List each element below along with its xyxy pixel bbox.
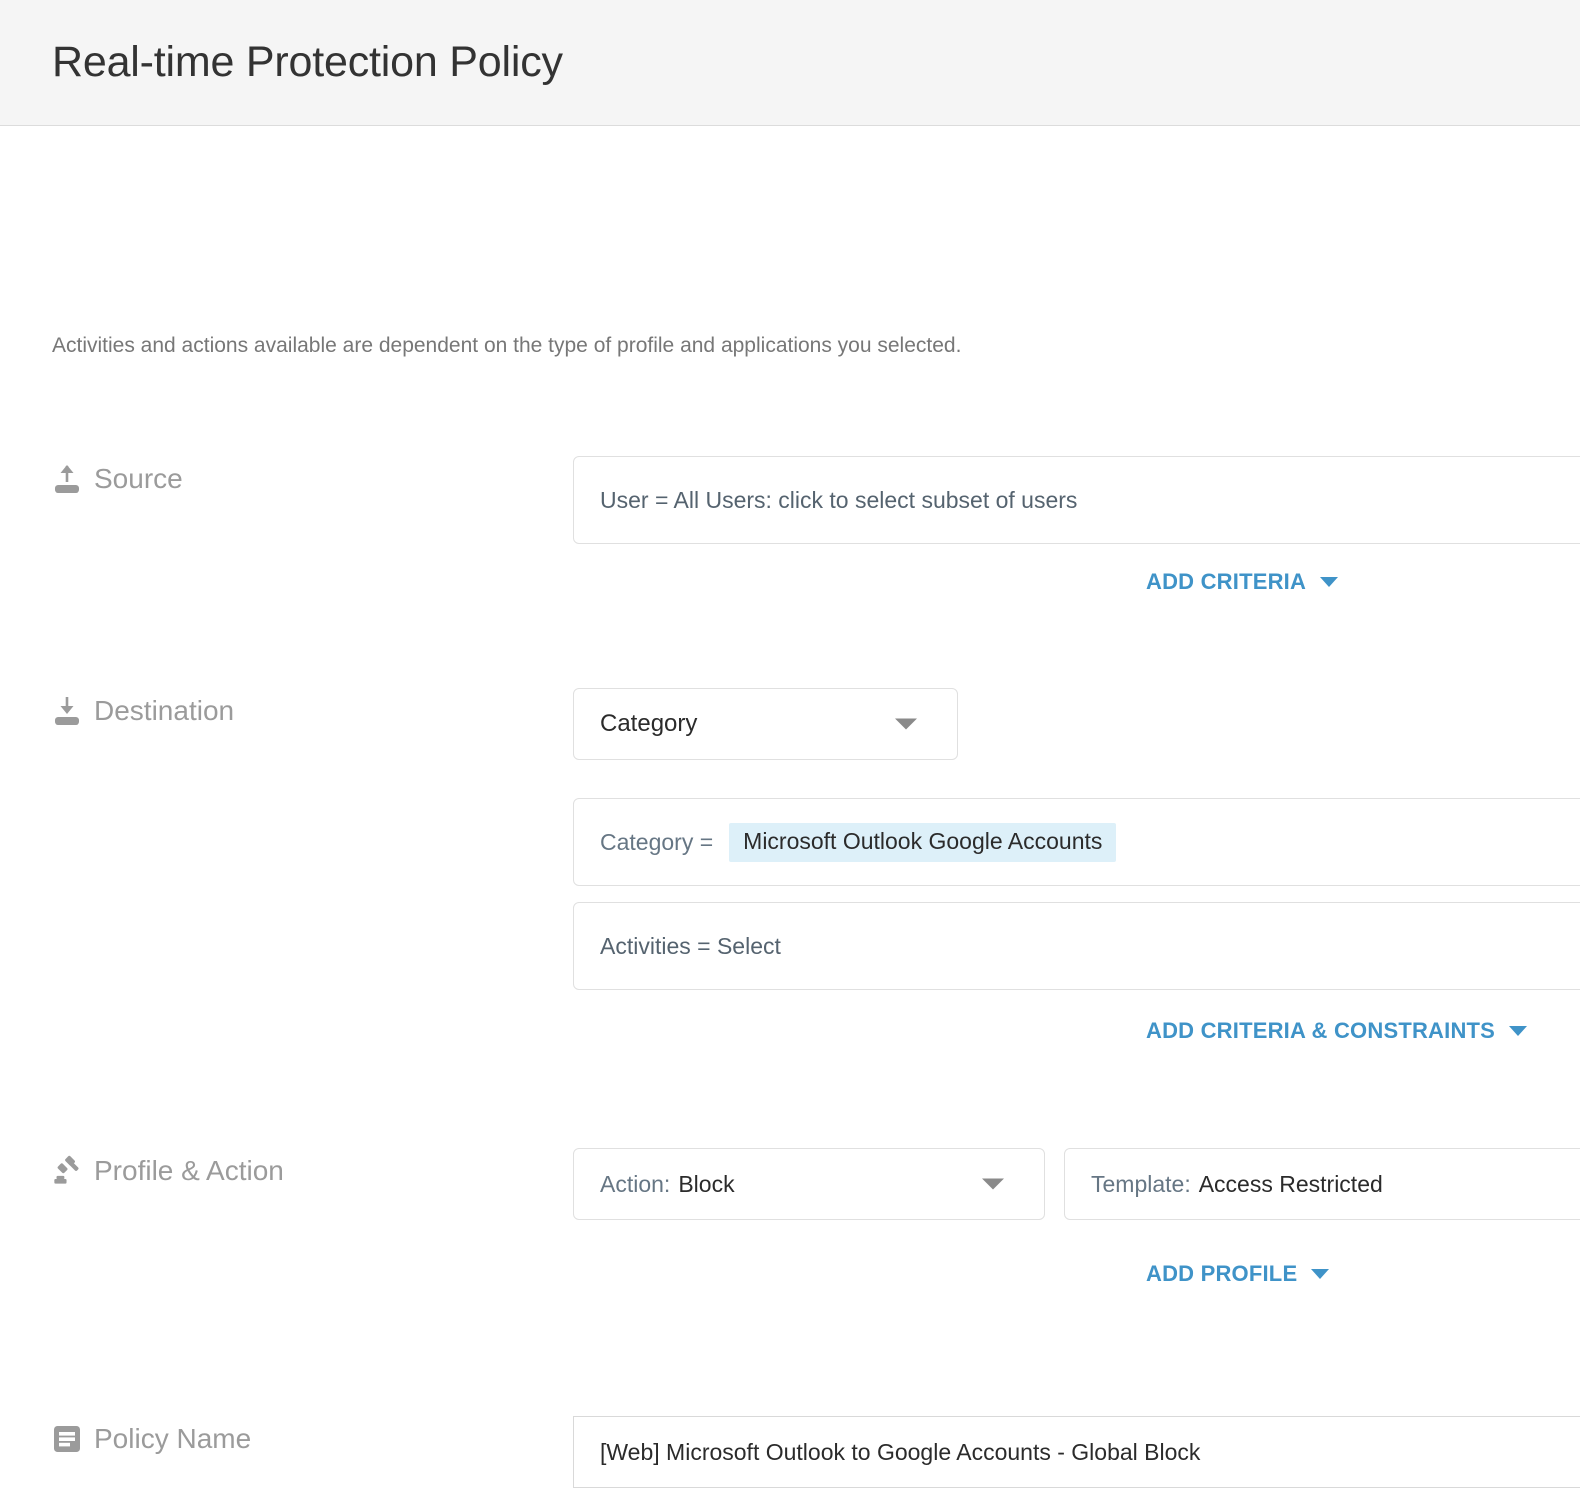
profile-action-fields: Action: Block Template: Access Restricte… [573,1148,1580,1286]
destination-label: Destination [52,688,234,734]
destination-type-select[interactable]: Category [573,688,958,760]
add-profile-link[interactable]: ADD PROFILE [1146,1261,1330,1287]
policy-name-input[interactable]: [Web] Microsoft Outlook to Google Accoun… [573,1416,1580,1488]
action-select[interactable]: Action: Block [573,1148,1045,1220]
gavel-icon [52,1155,82,1187]
chevron-down-icon [1509,1026,1528,1036]
destination-fields: Category Category = Microsoft Outlook Go… [573,688,1580,1043]
destination-activities-value: Activities = Select [600,932,781,959]
document-lines-icon [52,1423,82,1455]
chevron-down-icon [982,1178,1004,1190]
policy-name-label: Policy Name [52,1416,251,1462]
add-profile-label: ADD PROFILE [1146,1261,1298,1286]
intro-description: Activities and actions available are dep… [52,334,962,357]
download-icon [52,695,82,727]
template-field-value: Access Restricted [1198,1170,1383,1197]
source-criteria-field[interactable]: User = All Users: click to select subset… [573,456,1580,544]
action-select-value: Block [678,1170,735,1197]
page-header: Real-time Protection Policy [0,0,1580,126]
template-field-label: Template: [1091,1170,1191,1197]
chevron-down-icon [1311,1269,1330,1279]
destination-activities-field[interactable]: Activities = Select [573,902,1580,990]
template-field[interactable]: Template: Access Restricted [1064,1148,1580,1220]
add-criteria-constraints-link[interactable]: ADD CRITERIA & CONSTRAINTS [1146,1018,1528,1044]
add-criteria-link[interactable]: ADD CRITERIA [1146,569,1339,595]
destination-criteria-chip[interactable]: Microsoft Outlook Google Accounts [729,822,1117,862]
action-select-label: Action: [600,1170,671,1197]
profile-action-label-text: Profile & Action [94,1155,284,1186]
destination-criteria-field[interactable]: Category = Microsoft Outlook Google Acco… [573,798,1580,886]
source-label: Source [52,456,183,502]
profile-action-label: Profile & Action [52,1148,284,1194]
upload-icon [52,463,82,495]
add-criteria-label: ADD CRITERIA [1146,569,1307,594]
source-fields: User = All Users: click to select subset… [573,456,1580,594]
add-criteria-constraints-label: ADD CRITERIA & CONSTRAINTS [1146,1018,1496,1043]
destination-criteria-label: Category = [600,828,714,855]
source-label-text: Source [94,463,183,494]
page-title: Real-time Protection Policy [52,38,563,86]
destination-label-text: Destination [94,695,235,726]
chevron-down-icon [1320,577,1339,587]
policy-name-fields: [Web] Microsoft Outlook to Google Accoun… [573,1416,1580,1488]
policy-name-value: [Web] Microsoft Outlook to Google Accoun… [600,1438,1201,1465]
policy-name-label-text: Policy Name [94,1423,252,1454]
destination-type-value: Category [600,710,698,737]
source-criteria-value: User = All Users: click to select subset… [600,486,1078,513]
chevron-down-icon [895,718,917,730]
